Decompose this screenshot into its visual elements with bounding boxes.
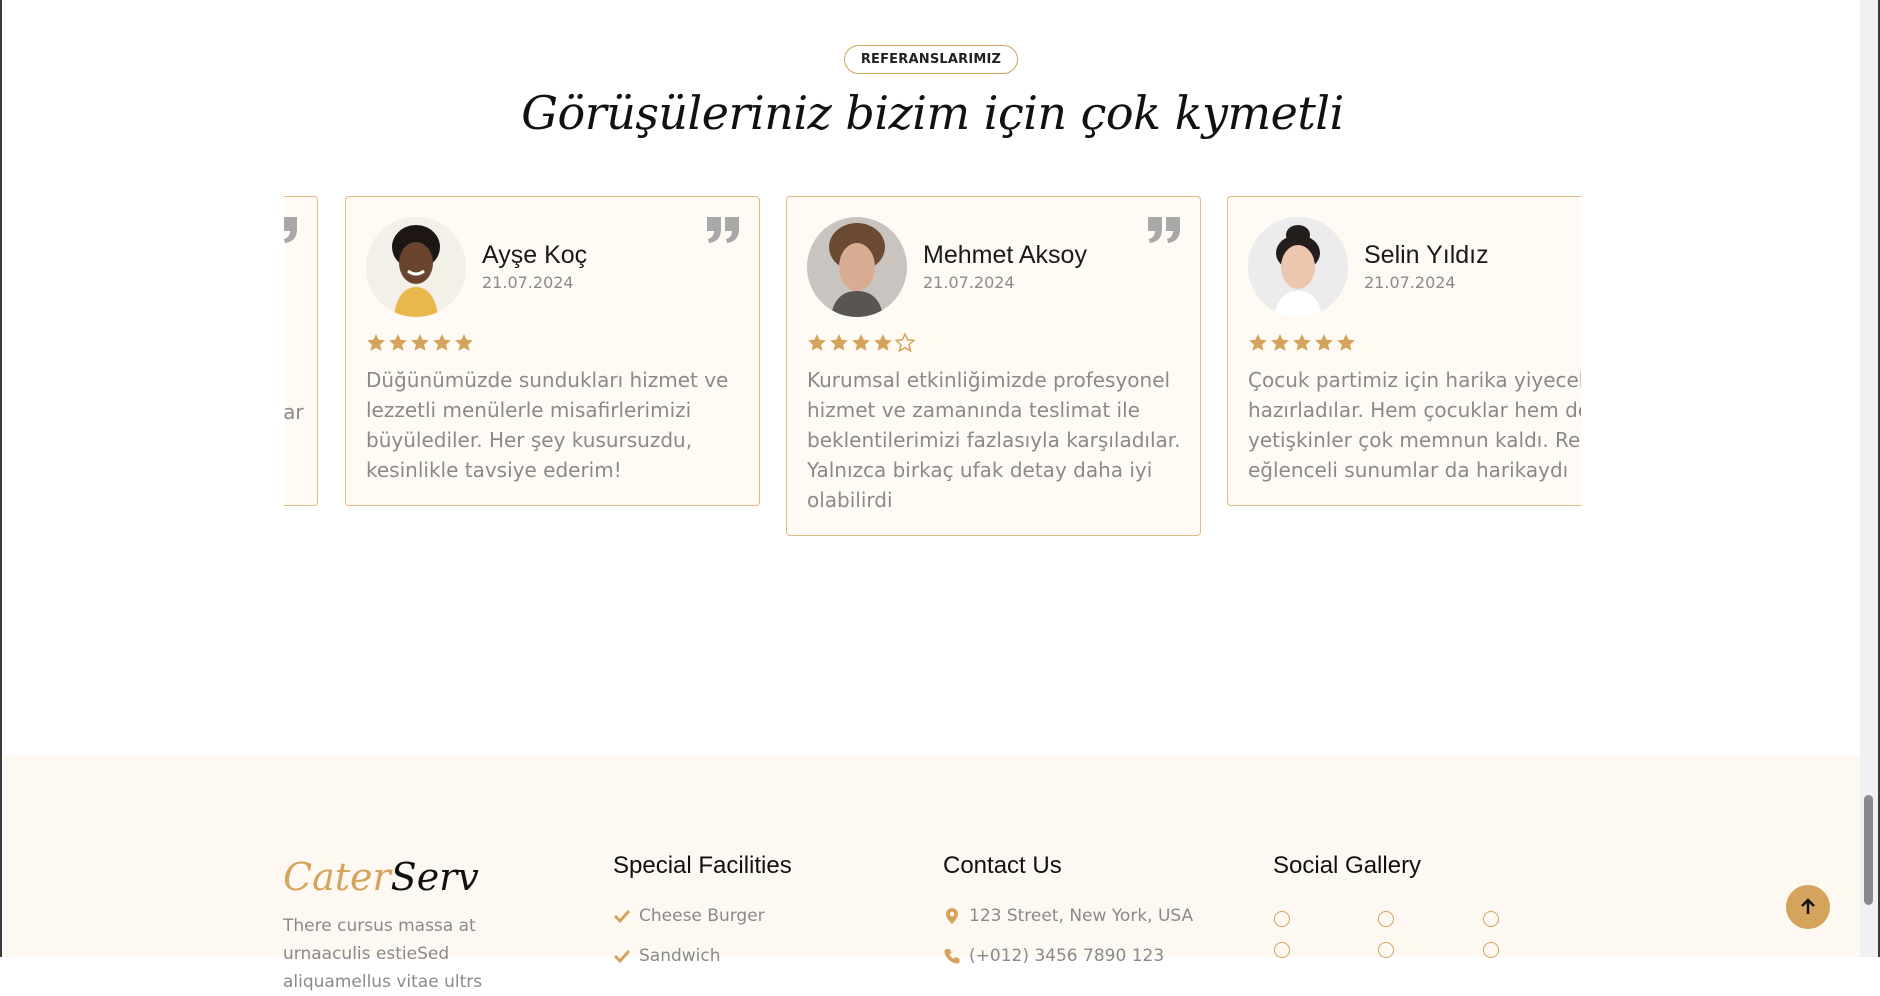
gallery-thumbnail[interactable] — [1378, 911, 1394, 927]
star-icon — [388, 333, 408, 353]
footer-logo[interactable]: CaterServ — [283, 855, 479, 899]
star-icon — [366, 333, 386, 353]
gallery-title: Social Gallery — [1273, 852, 1422, 879]
testimonial-card: Mehmet Aksoy 21.07.2024 Kurumsal etkinli… — [786, 196, 1201, 536]
scrollbar-thumb[interactable] — [1864, 795, 1873, 905]
check-icon — [613, 907, 631, 925]
contact-address: 123 Street, New York, USA — [943, 906, 1193, 926]
testimonial-text: Çocuk partimiz için harika yiyecekler ha… — [1248, 368, 1581, 482]
reviewer-name: Selin Yıldız — [1364, 241, 1489, 269]
avatar — [807, 217, 907, 317]
section-badge: REFERANSLARIMIZ — [844, 45, 1018, 74]
testimonial-text: Düğünümüzde sundukları hizmet ve lezzetl… — [366, 368, 729, 482]
testimonial-card-partial: ...ar — [284, 196, 318, 506]
facility-label: Sandwich — [639, 946, 721, 966]
gallery-thumbnail[interactable] — [1483, 942, 1499, 958]
arrow-up-icon — [1801, 898, 1815, 914]
facility-item[interactable]: Cheese Burger — [613, 906, 765, 926]
reviewer-name: Ayşe Koç — [482, 241, 588, 269]
footer-about-text: There cursus massa at urnaaculis estieSe… — [283, 916, 483, 992]
check-icon — [613, 947, 631, 965]
rating-stars — [807, 333, 915, 353]
logo-part-2: Serv — [390, 855, 479, 899]
testimonial-text: Kurumsal etkinliğimizde profesyonel hizm… — [807, 368, 1181, 512]
testimonial-text: ...ar — [284, 400, 304, 424]
contact-title: Contact Us — [943, 852, 1062, 879]
window-edge-left — [0, 0, 2, 957]
back-to-top-button[interactable] — [1786, 885, 1830, 929]
testimonial-card: Selin Yıldız 21.07.2024 Çocuk partimiz i… — [1227, 196, 1581, 506]
map-pin-icon — [943, 907, 961, 925]
star-icon — [829, 333, 849, 353]
avatar — [1248, 217, 1348, 317]
star-outline-icon — [895, 333, 915, 353]
star-icon — [1314, 333, 1334, 353]
star-icon — [851, 333, 871, 353]
logo-part-1: Cater — [283, 855, 391, 899]
phone-icon — [943, 947, 961, 965]
quote-icon — [284, 215, 299, 245]
gallery-thumbnail[interactable] — [1274, 942, 1290, 958]
star-icon — [873, 333, 893, 353]
star-icon — [1270, 333, 1290, 353]
star-icon — [454, 333, 474, 353]
star-icon — [1336, 333, 1356, 353]
star-icon — [410, 333, 430, 353]
review-date: 21.07.2024 — [1364, 273, 1456, 292]
rating-stars — [366, 333, 474, 353]
contact-phone[interactable]: (+012) 3456 7890 123 — [943, 946, 1164, 966]
star-icon — [807, 333, 827, 353]
facility-item[interactable]: Sandwich — [613, 946, 721, 966]
section-title: Görüşüleriniz bizim için çok kymetli — [521, 86, 1344, 140]
star-icon — [432, 333, 452, 353]
star-icon — [1292, 333, 1312, 353]
quote-icon — [705, 215, 741, 245]
avatar — [366, 217, 466, 317]
quote-icon — [1146, 215, 1182, 245]
reviewer-name: Mehmet Aksoy — [923, 241, 1087, 269]
facility-label: Cheese Burger — [639, 906, 765, 926]
facilities-title: Special Facilities — [613, 852, 792, 879]
gallery-thumbnail[interactable] — [1378, 942, 1394, 958]
review-date: 21.07.2024 — [482, 273, 574, 292]
address-text: 123 Street, New York, USA — [969, 906, 1194, 926]
gallery-thumbnail[interactable] — [1274, 911, 1290, 927]
testimonial-carousel[interactable]: ...ar Ayşe Koç 21.07.2024 Düğünümüzde su… — [284, 196, 1581, 546]
phone-text: (+012) 3456 7890 123 — [969, 946, 1165, 966]
star-icon — [1248, 333, 1268, 353]
testimonial-card: Ayşe Koç 21.07.2024 Düğünümüzde sundukla… — [345, 196, 760, 506]
review-date: 21.07.2024 — [923, 273, 1015, 292]
gallery-thumbnail[interactable] — [1483, 911, 1499, 927]
rating-stars — [1248, 333, 1356, 353]
